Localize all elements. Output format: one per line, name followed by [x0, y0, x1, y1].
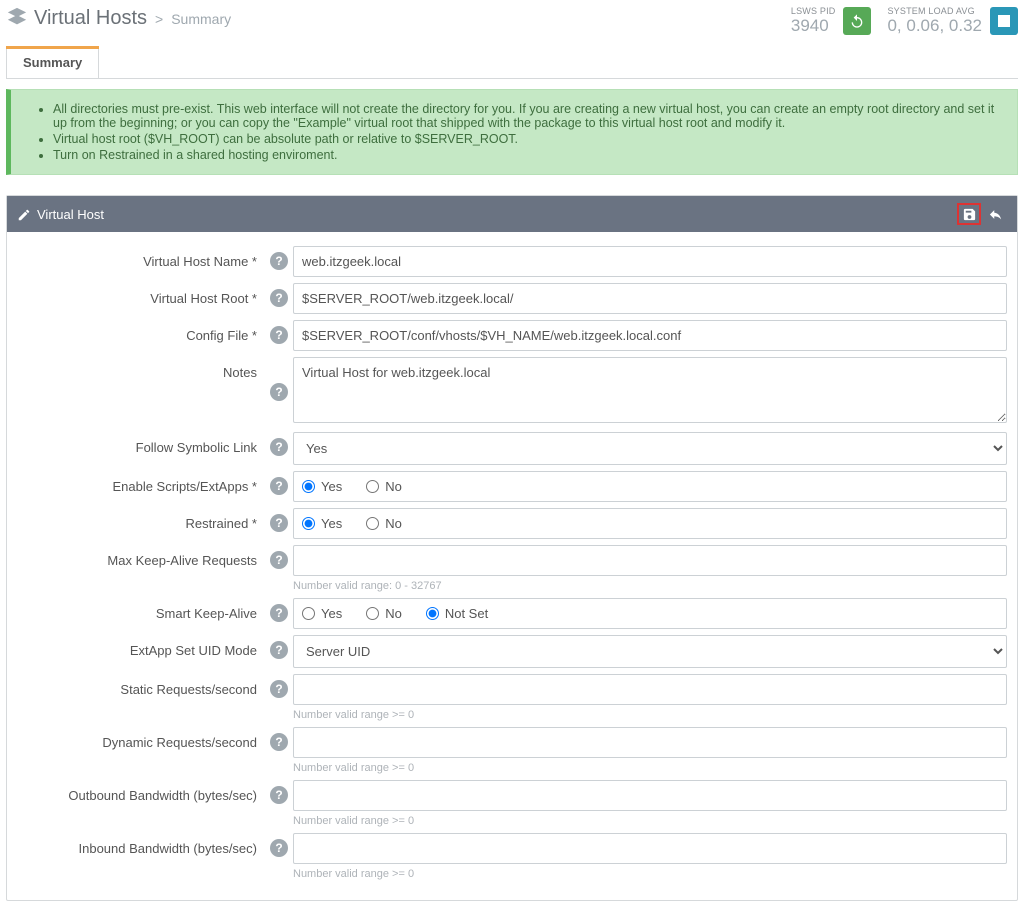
hint-outbw: Number valid range >= 0 — [293, 815, 1007, 827]
help-icon[interactable]: ? — [270, 551, 288, 569]
dynamic-reqs-input[interactable] — [293, 727, 1007, 758]
config-file-input[interactable] — [293, 320, 1007, 351]
max-keepalive-input[interactable] — [293, 545, 1007, 576]
lsws-pid-label: LSWS PID — [791, 6, 836, 16]
uidmode-select[interactable]: Server UID — [293, 635, 1007, 668]
panel-header: Virtual Host — [7, 196, 1017, 232]
restrained-yes[interactable] — [302, 517, 315, 530]
label-scripts: Enable Scripts/ExtApps * — [17, 471, 265, 494]
back-button[interactable] — [983, 203, 1007, 225]
vh-name-input[interactable] — [293, 246, 1007, 277]
label-root: Virtual Host Root * — [17, 283, 265, 306]
help-icon[interactable]: ? — [270, 514, 288, 532]
smartka-notset[interactable] — [426, 607, 439, 620]
label-name: Virtual Host Name * — [17, 246, 265, 269]
tab-bar: Summary — [6, 46, 1018, 79]
help-icon[interactable]: ? — [270, 438, 288, 456]
help-icon[interactable]: ? — [270, 839, 288, 857]
hint-maxka: Number valid range: 0 - 32767 — [293, 580, 1007, 592]
label-static: Static Requests/second — [17, 674, 265, 697]
lsws-pid-value: 3940 — [791, 16, 836, 36]
static-reqs-input[interactable] — [293, 674, 1007, 705]
help-icon[interactable]: ? — [270, 477, 288, 495]
help-icon[interactable]: ? — [270, 252, 288, 270]
help-icon[interactable]: ? — [270, 289, 288, 307]
hint-inbw: Number valid range >= 0 — [293, 868, 1007, 880]
help-icon[interactable]: ? — [270, 786, 288, 804]
load-label: SYSTEM LOAD AVG — [887, 6, 982, 16]
scripts-yes[interactable] — [302, 480, 315, 493]
restart-button[interactable] — [843, 7, 871, 35]
alert-item: Turn on Restrained in a shared hosting e… — [53, 148, 1003, 162]
help-icon[interactable]: ? — [270, 680, 288, 698]
help-icon[interactable]: ? — [270, 326, 288, 344]
hint-static: Number valid range >= 0 — [293, 709, 1007, 721]
stack-icon — [6, 6, 28, 31]
restrained-radio-group: Yes No — [293, 508, 1007, 539]
smartka-yes[interactable] — [302, 607, 315, 620]
info-alert: All directories must pre-exist. This web… — [6, 89, 1018, 175]
stats-button[interactable] — [990, 7, 1018, 35]
label-notes: Notes — [17, 357, 265, 380]
in-bw-input[interactable] — [293, 833, 1007, 864]
vh-root-input[interactable] — [293, 283, 1007, 314]
hint-dynamic: Number valid range >= 0 — [293, 762, 1007, 774]
smartka-radio-group: Yes No Not Set — [293, 598, 1007, 629]
save-button[interactable] — [957, 203, 981, 225]
label-outbw: Outbound Bandwidth (bytes/sec) — [17, 780, 265, 803]
restrained-no[interactable] — [366, 517, 379, 530]
label-symlink: Follow Symbolic Link — [17, 432, 265, 455]
notes-input[interactable]: Virtual Host for web.itzgeek.local — [293, 357, 1007, 423]
smartka-no[interactable] — [366, 607, 379, 620]
help-icon[interactable]: ? — [270, 641, 288, 659]
page-title: Virtual Hosts — [34, 7, 147, 30]
page-subtitle: Summary — [171, 11, 231, 27]
label-inbw: Inbound Bandwidth (bytes/sec) — [17, 833, 265, 856]
label-smartka: Smart Keep-Alive — [17, 598, 265, 621]
symlink-select[interactable]: Yes — [293, 432, 1007, 465]
alert-item: Virtual host root ($VH_ROOT) can be abso… — [53, 132, 1003, 146]
breadcrumb-sep: > — [155, 11, 163, 27]
help-icon[interactable]: ? — [270, 604, 288, 622]
load-value: 0, 0.06, 0.32 — [887, 16, 982, 36]
scripts-radio-group: Yes No — [293, 471, 1007, 502]
label-maxka: Max Keep-Alive Requests — [17, 545, 265, 568]
label-uidmode: ExtApp Set UID Mode — [17, 635, 265, 658]
label-restrained: Restrained * — [17, 508, 265, 531]
label-config: Config File * — [17, 320, 265, 343]
scripts-no[interactable] — [366, 480, 379, 493]
panel-title: Virtual Host — [37, 207, 104, 222]
out-bw-input[interactable] — [293, 780, 1007, 811]
help-icon[interactable]: ? — [270, 733, 288, 751]
label-dynamic: Dynamic Requests/second — [17, 727, 265, 750]
help-icon[interactable]: ? — [270, 383, 288, 401]
edit-icon — [17, 206, 37, 222]
tab-summary[interactable]: Summary — [6, 46, 99, 78]
alert-item: All directories must pre-exist. This web… — [53, 102, 1003, 130]
